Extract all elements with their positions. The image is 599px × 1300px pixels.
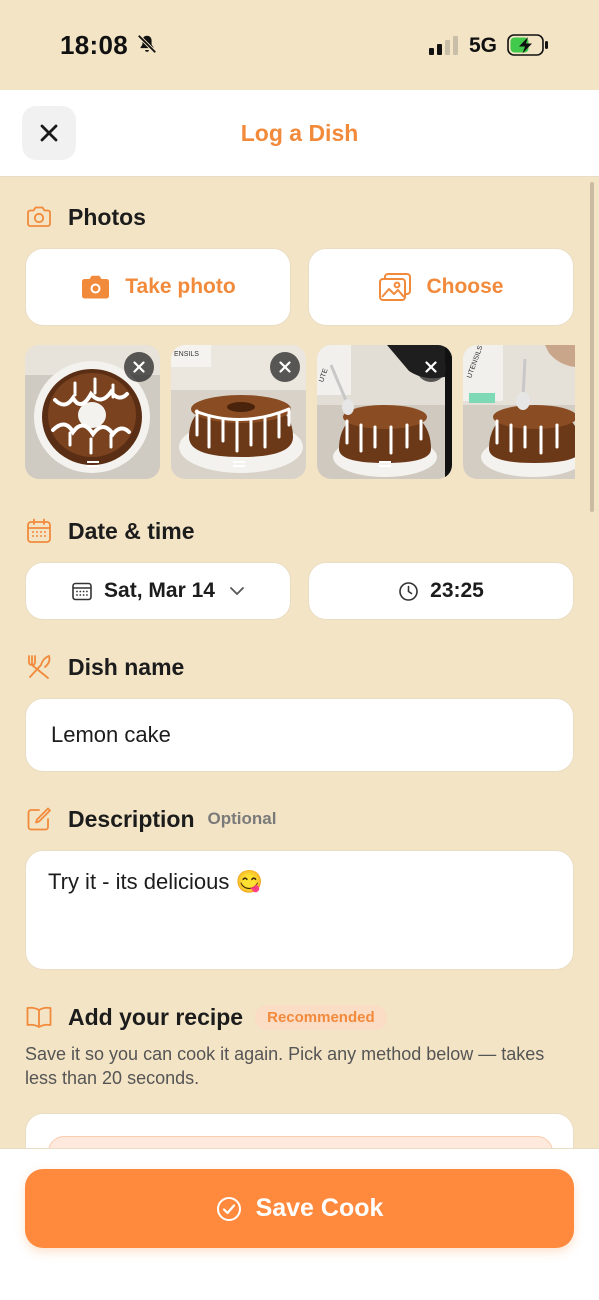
thumbnail-text: ENSILS xyxy=(174,351,199,358)
save-cook-label: Save Cook xyxy=(255,1194,384,1222)
check-circle-icon xyxy=(216,1196,241,1221)
close-icon xyxy=(279,361,291,373)
bell-slash-icon xyxy=(137,34,157,54)
take-photo-button[interactable]: Take photo xyxy=(25,248,291,326)
drag-handle-icon[interactable] xyxy=(232,461,245,467)
recommended-badge: Recommended xyxy=(255,1004,387,1030)
photo-thumbnail[interactable]: ENSILS xyxy=(171,345,306,479)
take-photo-label: Take photo xyxy=(125,275,236,298)
remove-photo-button[interactable] xyxy=(124,352,154,382)
drag-handle-icon[interactable] xyxy=(86,461,99,467)
utensils-icon xyxy=(28,655,51,679)
calendar-icon xyxy=(27,518,51,543)
description-title: Description xyxy=(68,805,195,832)
drag-handle-icon[interactable] xyxy=(378,461,391,467)
page-title: Log a Dish xyxy=(240,120,359,146)
recipe-title: Add your recipe xyxy=(68,1003,244,1030)
header: Log a Dish xyxy=(0,90,599,177)
choose-label: Choose xyxy=(426,275,504,298)
network-label: 5G xyxy=(469,34,498,57)
cake-photo: UTENSILS xyxy=(463,345,575,479)
dish-name-section-header: Dish name xyxy=(25,653,184,681)
date-time-section-header: Date & time xyxy=(25,517,195,545)
photos-section-header: Photos xyxy=(25,203,146,231)
time-value: 23:25 xyxy=(430,579,484,602)
photo-thumbnail[interactable]: UTE xyxy=(317,345,452,479)
camera-icon xyxy=(27,206,51,227)
description-value: Try it - its delicious 😋 xyxy=(48,869,263,894)
dish-name-value: Lemon cake xyxy=(51,722,171,747)
calendar-icon xyxy=(72,582,92,601)
chevron-down-icon xyxy=(230,587,244,595)
dish-name-title: Dish name xyxy=(68,653,185,680)
recipe-help-text: Save it so you can cook it again. Pick a… xyxy=(25,1044,545,1088)
close-icon xyxy=(425,361,437,373)
remove-photo-button[interactable] xyxy=(416,352,446,382)
optional-label: Optional xyxy=(207,809,277,828)
photo-thumbnail[interactable]: UTENSILS xyxy=(463,345,575,479)
status-bar: 18:08 5G xyxy=(0,0,599,90)
gallery-icon xyxy=(379,273,412,301)
save-cook-button[interactable]: Save Cook xyxy=(25,1169,574,1248)
close-icon xyxy=(133,361,145,373)
date-picker[interactable]: Sat, Mar 14 xyxy=(25,562,291,620)
edit-icon xyxy=(27,807,51,831)
book-icon xyxy=(26,1006,52,1028)
clock-icon xyxy=(399,581,418,601)
date-value: Sat, Mar 14 xyxy=(104,579,215,602)
time-picker[interactable]: 23:25 xyxy=(308,562,574,620)
cellular-signal-icon xyxy=(429,36,458,55)
photos-title: Photos xyxy=(68,203,146,230)
photo-thumbnail[interactable] xyxy=(25,345,160,479)
camera-filled-icon xyxy=(82,275,110,299)
date-time-title: Date & time xyxy=(68,517,195,544)
dish-name-input[interactable]: Lemon cake xyxy=(25,698,574,772)
choose-photo-button[interactable]: Choose xyxy=(308,248,574,326)
remove-photo-button[interactable] xyxy=(270,352,300,382)
battery-charging-icon xyxy=(507,34,548,56)
footer: Save Cook xyxy=(0,1148,599,1300)
recipe-section-header: Add your recipe Recommended xyxy=(25,1003,387,1031)
description-section-header: Description Optional xyxy=(25,805,276,833)
description-input[interactable]: Try it - its delicious 😋 xyxy=(25,850,574,970)
scrollbar[interactable] xyxy=(590,182,594,512)
status-time: 18:08 xyxy=(60,30,128,60)
